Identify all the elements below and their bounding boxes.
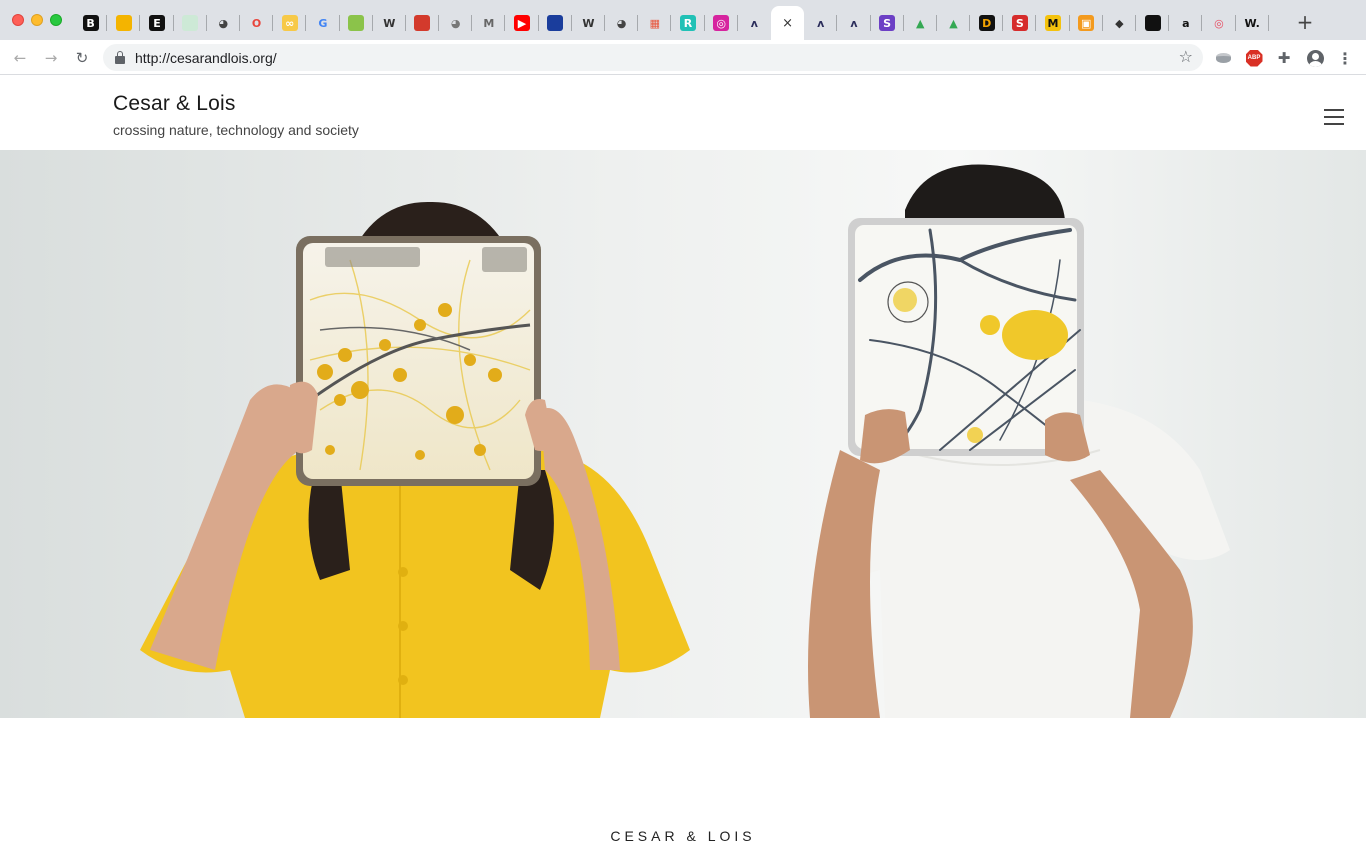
browser-tab[interactable] [340,6,373,40]
browser-tab[interactable]: ʌ [804,6,838,40]
browser-tab[interactable]: S [1003,6,1037,40]
site-title[interactable]: Cesar & Lois [113,92,236,116]
browser-tab[interactable]: ʌ [837,6,871,40]
browser-tab[interactable]: a [1169,6,1203,40]
red-book-icon: ▦ [649,16,660,30]
extensions-puzzle-icon[interactable]: ✚ [1275,49,1293,67]
browser-toolbar: ← → ↻ http://cesarandlois.org/ ☆ ABP ✚ ⋮ [0,40,1366,75]
browser-tab[interactable]: ▶ [505,6,539,40]
m-letter-icon: M [1045,15,1062,31]
blue-dot-icon [547,15,564,31]
dark-a-icon: ʌ [817,16,825,30]
close-icon[interactable]: × [782,16,793,31]
browser-tab[interactable]: O [240,6,274,40]
d-letter-icon: D [978,15,995,31]
close-window-button[interactable] [12,14,24,26]
globe-icon: ◕ [218,16,229,30]
yellow-slides-icon [115,15,132,31]
browser-tab[interactable]: ◆ [1103,6,1137,40]
browser-tab[interactable]: ◎ [1202,6,1236,40]
medium-icon: M [483,16,495,30]
browser-tab[interactable]: ◎ [705,6,738,40]
browser-tab[interactable] [539,6,573,40]
browser-tab[interactable]: ◕ [605,6,639,40]
bookmark-star-icon[interactable]: ☆ [1179,47,1193,66]
youtube-icon: ▶ [514,15,531,31]
instagram-icon: ◎ [713,15,730,31]
browser-tab[interactable]: R [671,6,705,40]
browser-tab[interactable]: ▲ [937,6,971,40]
browser-tab[interactable]: ▲ [904,6,938,40]
profile-avatar-icon[interactable] [1306,49,1324,67]
browser-tab[interactable] [406,6,440,40]
browser-tab[interactable]: W. [1236,6,1269,40]
diamond-icon: ◆ [1115,16,1124,30]
browser-tab[interactable]: ʌ [738,6,771,40]
hero-image [0,150,1366,718]
forward-button[interactable]: → [40,47,62,69]
new-tab-button[interactable]: + [1294,11,1316,33]
back-button[interactable]: ← [9,47,31,69]
purple-s-icon: S [879,15,896,31]
extension-disk-icon[interactable] [1214,49,1232,67]
w-dot-icon: W. [1244,16,1260,30]
lock-icon [115,51,125,64]
minimize-window-button[interactable] [31,14,43,26]
browser-tab[interactable]: S [871,6,904,40]
wikipedia-icon: W [582,16,595,30]
r-letter-icon: R [679,15,696,31]
globe-icon: ◕ [450,16,461,30]
adblock-plus-icon[interactable]: ABP [1245,49,1263,67]
site-header: Cesar & Lois crossing nature, technology… [0,75,1366,150]
orange-grid-icon: ▣ [1078,15,1095,31]
browser-tab[interactable]: ◕ [439,6,473,40]
browser-tab[interactable] [1136,6,1170,40]
browser-tab[interactable]: W [373,6,407,40]
black-circle-icon [1144,15,1161,31]
site-tagline: crossing nature, technology and society [113,122,359,138]
e-letter-icon: E [148,15,165,31]
browser-tab[interactable] [174,6,207,40]
browser-tab[interactable]: G [306,6,340,40]
green-app-icon [348,15,365,31]
target-icon: ◎ [1214,16,1224,30]
tab-list: B E ◕ O ∞ G W ◕ M ▶ W ◕ ▦ R ◎ ʌ × ʌ ʌ S ▲ ▲ D S M ▣ ◆ a ◎ W. [74,6,1269,40]
google-drive-icon: ▲ [949,16,958,30]
url-text[interactable]: http://cesarandlois.org/ [135,50,277,66]
wikipedia-icon: W [383,16,396,30]
dark-a-icon: ʌ [750,16,758,30]
dark-a-icon: ʌ [850,16,858,30]
browser-tab[interactable]: ▦ [638,6,672,40]
amazon-icon: a [1182,16,1190,30]
reload-button[interactable]: ↻ [71,47,93,69]
browser-tab[interactable]: B [74,6,108,40]
browser-tab[interactable] [107,6,141,40]
browser-tab[interactable]: ◕ [207,6,241,40]
browser-tab[interactable]: M [1036,6,1070,40]
browser-tab[interactable]: × [770,6,805,40]
browser-tab[interactable]: E [140,6,174,40]
browser-tab[interactable]: M [472,6,506,40]
browser-tab[interactable]: D [970,6,1004,40]
maximize-window-button[interactable] [50,14,62,26]
google-drive-icon: ▲ [916,16,925,30]
opera-icon: O [251,16,262,30]
browser-tab-strip: B E ◕ O ∞ G W ◕ M ▶ W ◕ ▦ R ◎ ʌ × ʌ ʌ S ▲ ▲ D S M ▣ ◆ a ◎ W. + [0,0,1366,40]
infinity-icon: ∞ [281,15,298,31]
red-bookmark-icon [414,15,431,31]
green-sheet-icon [182,15,199,31]
hamburger-menu-icon[interactable] [1324,109,1344,125]
s-letter-icon: S [1011,15,1028,31]
browser-tab[interactable]: ∞ [273,6,307,40]
address-bar[interactable]: http://cesarandlois.org/ ☆ [103,44,1203,71]
browser-tab[interactable]: ▣ [1070,6,1104,40]
browser-tab[interactable]: W [572,6,606,40]
google-icon: G [318,16,328,30]
browser-menu-button[interactable]: ⋮ [1336,49,1354,68]
section-heading: CESAR & LOIS [610,828,756,844]
globe-icon: ◕ [616,16,627,30]
b-letter-icon: B [82,15,99,31]
